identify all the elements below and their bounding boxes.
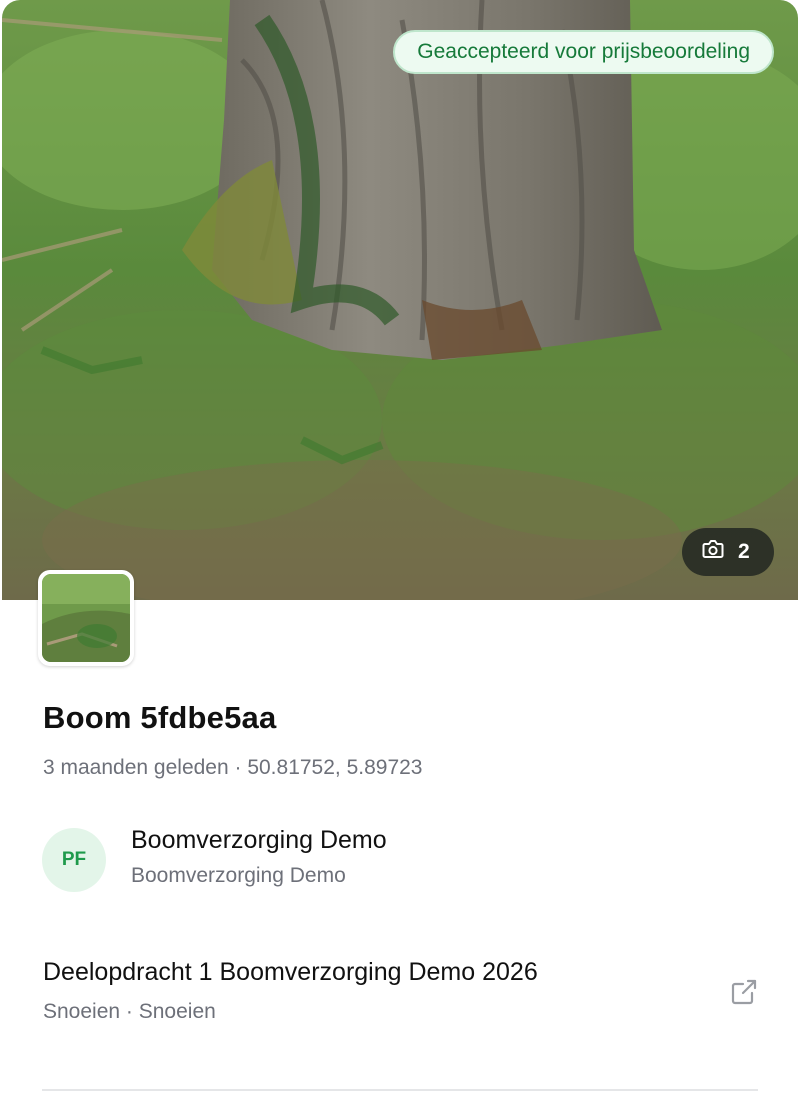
external-link-icon[interactable] [728,976,760,1008]
task-subtitle: Snoeien · Snoeien [43,1000,216,1023]
status-badge: Geaccepteerd voor prijsbeoordeling [393,30,774,74]
organization-subtitle: Boomverzorging Demo [131,864,346,887]
organization-avatar: PF [42,828,106,892]
tree-photo[interactable]: Geaccepteerd voor prijsbeoordeling 2 [2,0,798,600]
tree-meta: 3 maanden geleden · 50.81752, 5.89723 [43,756,423,779]
tree-photo-image [2,0,798,600]
organization-name: Boomverzorging Demo [131,826,387,854]
photo-count-value: 2 [738,540,750,563]
divider [42,1089,758,1091]
photo-thumbnail[interactable] [38,570,134,666]
tree-title: Boom 5fdbe5aa [43,700,277,735]
camera-icon [702,539,724,565]
photo-count-button[interactable]: 2 [682,528,774,576]
task-title[interactable]: Deelopdracht 1 Boomverzorging Demo 2026 [43,958,703,987]
